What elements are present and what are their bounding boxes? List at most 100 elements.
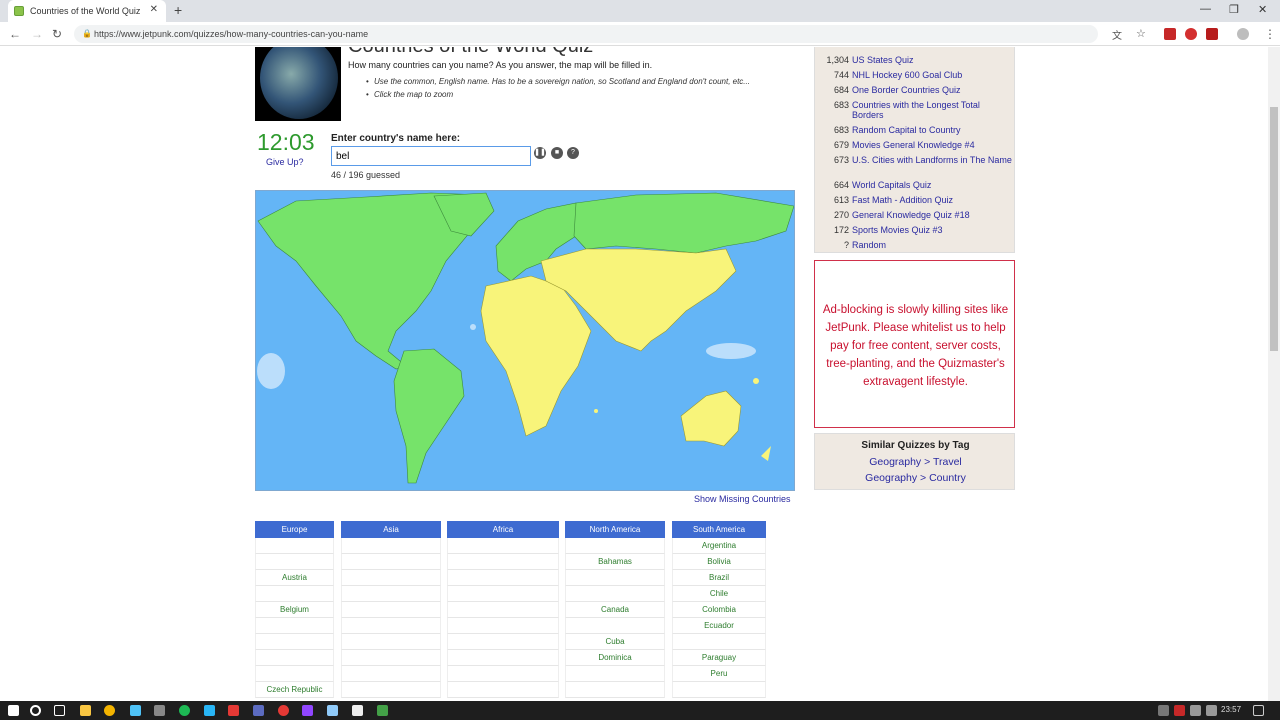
answer-cell: Argentina — [672, 538, 766, 554]
answer-cell — [255, 650, 334, 666]
answer-cell: Dominica — [565, 650, 665, 666]
page-scrollbar[interactable] — [1268, 47, 1280, 701]
answer-cell — [672, 682, 766, 698]
app-icon[interactable] — [352, 705, 363, 716]
column-header: Asia — [341, 521, 441, 538]
answer-cell — [341, 618, 441, 634]
volume-icon[interactable] — [1206, 705, 1217, 716]
help-icon[interactable]: ? — [567, 147, 579, 159]
tag-link[interactable]: Geography > Country — [815, 472, 1016, 484]
answer-cell — [447, 538, 559, 554]
network-icon[interactable] — [1190, 705, 1201, 716]
answer-cell: Cuba — [565, 634, 665, 650]
back-icon[interactable]: ← — [9, 27, 21, 41]
task-view-icon[interactable] — [54, 705, 65, 716]
quiz-timer: 12:03 — [257, 129, 315, 155]
rule-item: Use the common, English name. Has to be … — [366, 77, 750, 86]
answer-cell — [255, 618, 334, 634]
menu-kebab-icon[interactable]: ⋮ — [1264, 27, 1276, 41]
answer-cell — [341, 586, 441, 602]
profile-avatar-icon[interactable] — [1237, 28, 1249, 40]
stop-icon[interactable]: ■ — [551, 147, 563, 159]
app-icon[interactable] — [377, 705, 388, 716]
answer-cell — [255, 554, 334, 570]
column-africa: Africa — [447, 521, 559, 698]
scrollbar-thumb[interactable] — [1270, 107, 1278, 351]
spotify-icon[interactable] — [179, 705, 190, 716]
answer-cell — [672, 634, 766, 650]
answer-cell: Canada — [565, 602, 665, 618]
page-content: Countries of the World Quiz How many cou… — [0, 47, 1268, 701]
answer-cell — [565, 618, 665, 634]
tab-title: Countries of the World Quiz — [30, 6, 141, 16]
column-header: Europe — [255, 521, 334, 538]
lock-icon: 🔒 — [82, 29, 92, 38]
app-icon[interactable] — [228, 705, 239, 716]
pause-icon[interactable]: ❚❚ — [534, 147, 546, 159]
taskbar-clock[interactable]: 23:57 — [1221, 705, 1241, 714]
translate-icon[interactable]: 文 — [1112, 27, 1122, 42]
reload-icon[interactable]: ↻ — [52, 27, 62, 41]
give-up-link[interactable]: Give Up? — [266, 157, 304, 167]
notification-icon[interactable] — [1253, 705, 1264, 716]
answer-cell — [447, 666, 559, 682]
answer-input[interactable] — [331, 146, 531, 166]
file-explorer-icon[interactable] — [80, 705, 91, 716]
tag-link[interactable]: Geography > Travel — [815, 456, 1016, 468]
answer-cell — [255, 586, 334, 602]
adblock-message: Ad-blocking is slowly killing sites like… — [822, 304, 1009, 388]
shield-extension-icon[interactable] — [1185, 28, 1197, 40]
new-tab-button[interactable]: + — [174, 2, 182, 18]
answer-cell — [341, 650, 441, 666]
app-icon[interactable] — [253, 705, 264, 716]
forward-icon[interactable]: → — [31, 27, 43, 41]
show-missing-link[interactable]: Show Missing Countries — [694, 494, 791, 504]
answer-cell: Colombia — [672, 602, 766, 618]
world-map[interactable] — [255, 190, 795, 491]
answer-cell — [565, 682, 665, 698]
close-window-icon[interactable]: ✕ — [1258, 3, 1267, 16]
ublock-extension-icon[interactable] — [1164, 28, 1176, 40]
pdf-extension-icon[interactable] — [1206, 28, 1218, 40]
answer-cell — [447, 682, 559, 698]
tray-app-icon[interactable] — [1174, 705, 1185, 716]
answer-label: Enter country's name here: — [331, 133, 461, 144]
answer-cell: Paraguay — [672, 650, 766, 666]
quiz-intro: How many countries can you name? As you … — [348, 60, 653, 70]
chrome-icon[interactable] — [104, 705, 115, 716]
column-header: South America — [672, 521, 766, 538]
answer-cell — [447, 634, 559, 650]
tab-active[interactable]: Countries of the World Quiz ✕ — [8, 0, 166, 22]
tray-chevron-icon[interactable] — [1158, 705, 1169, 716]
answer-cell — [565, 666, 665, 682]
bookmark-star-icon[interactable]: ☆ — [1136, 27, 1146, 40]
jetpunk-favicon-icon — [14, 6, 24, 16]
opera-icon[interactable] — [278, 705, 289, 716]
close-tab-icon[interactable]: ✕ — [150, 4, 158, 15]
answer-cell — [565, 586, 665, 602]
minimize-icon[interactable]: — — [1200, 3, 1211, 15]
answer-cell: Czech Republic — [255, 682, 334, 698]
restore-icon[interactable]: ❐ — [1229, 3, 1239, 16]
twitch-icon[interactable] — [302, 705, 313, 716]
globe-image — [255, 47, 341, 121]
windows-taskbar: 23:57 — [0, 701, 1280, 720]
column-europe: Europe Austria Belgium Czech Republic — [255, 521, 334, 698]
answer-cell: Brazil — [672, 570, 766, 586]
answer-cell — [255, 666, 334, 682]
start-windows-icon[interactable] — [8, 705, 19, 716]
steam-icon[interactable] — [327, 705, 338, 716]
answer-cell — [565, 538, 665, 554]
guessed-counter: 46 / 196 guessed — [331, 170, 401, 180]
app-icon[interactable] — [204, 705, 215, 716]
app-icon[interactable] — [154, 705, 165, 716]
answer-cell — [341, 602, 441, 618]
popular-quizzes-box: 1,304 US States Quiz 744 NHL Hockey 600 Go… — [814, 47, 1015, 253]
app-icon[interactable] — [130, 705, 141, 716]
search-icon[interactable] — [30, 705, 41, 716]
column-header: North America — [565, 521, 665, 538]
address-bar[interactable]: 🔒 https://www.jetpunk.com/quizzes/how-ma… — [74, 25, 1098, 43]
browser-toolbar: ← → ↻ 🔒 https://www.jetpunk.com/quizzes/… — [0, 22, 1280, 46]
answer-cell — [341, 634, 441, 650]
answer-cell — [447, 570, 559, 586]
